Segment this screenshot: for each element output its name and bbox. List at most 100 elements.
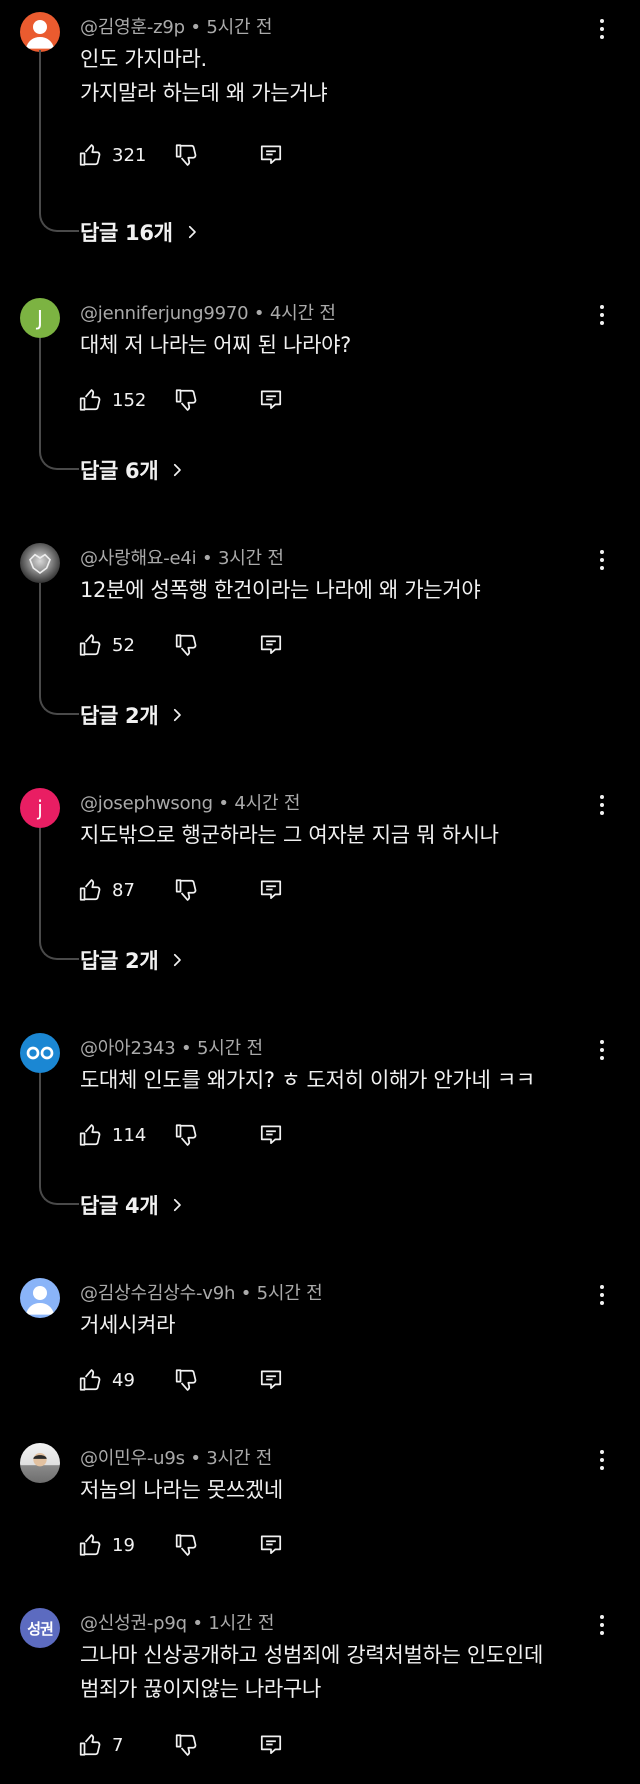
like-count: 49 (112, 1369, 135, 1391)
avatar[interactable] (20, 12, 60, 52)
more-vert-icon[interactable] (592, 302, 612, 328)
like-button[interactable]: 19 (78, 1532, 162, 1558)
reply-button[interactable] (258, 1732, 284, 1758)
avatar[interactable] (20, 1033, 60, 1073)
avatar-letter: J (37, 306, 43, 330)
comment-meta: @이민우-u9s • 3시간 전 (80, 1444, 272, 1470)
like-button[interactable]: 87 (78, 877, 162, 903)
like-button[interactable]: 49 (78, 1367, 162, 1393)
comment-time: 4시간 전 (234, 793, 301, 814)
thumbs-down-icon (175, 879, 197, 901)
replies-toggle[interactable]: 답글 2개 (80, 700, 186, 730)
thumbs-up-icon (79, 879, 101, 901)
comment-time: 4시간 전 (269, 303, 336, 324)
like-button[interactable]: 152 (78, 387, 162, 413)
thumbs-up-icon (79, 144, 101, 166)
avatar[interactable]: j (20, 788, 60, 828)
more-vert-icon[interactable] (592, 1447, 612, 1473)
meta-separator: • (235, 1283, 257, 1304)
comment-author[interactable]: @이민우-u9s (80, 1448, 185, 1469)
replies-toggle[interactable]: 답글 4개 (80, 1190, 186, 1220)
thumbs-down-icon (175, 634, 197, 656)
reply-icon (260, 390, 282, 409)
avatar[interactable]: J (20, 298, 60, 338)
dislike-button[interactable] (174, 632, 200, 658)
person-icon (25, 20, 55, 49)
avatar-letter: 성권 (27, 1619, 54, 1638)
comment-text: 인도 가지마라. 가지말라 하는데 왜 가는거냐 (80, 42, 600, 110)
reply-button[interactable] (258, 387, 284, 413)
reply-icon (260, 1370, 282, 1389)
comment-author[interactable]: @아아2343 (80, 1038, 176, 1059)
replies-toggle[interactable]: 답글 16개 (80, 217, 201, 247)
more-vert-icon[interactable] (592, 547, 612, 573)
comment-actions: 7 (78, 1730, 298, 1760)
like-button[interactable]: 321 (78, 142, 162, 168)
dislike-button[interactable] (174, 387, 200, 413)
dislike-button[interactable] (174, 877, 200, 903)
replies-toggle[interactable]: 답글 6개 (80, 455, 186, 485)
dislike-button[interactable] (174, 1122, 200, 1148)
like-count: 52 (112, 634, 135, 656)
comment-text-line: 12분에 성폭행 한건이라는 나라에 왜 가는거야 (80, 578, 481, 602)
comment-actions: 52 (78, 630, 298, 660)
thread-line (39, 583, 79, 715)
reply-button[interactable] (258, 877, 284, 903)
avatar-letter: j (37, 796, 43, 820)
thumbs-up-icon (79, 389, 101, 411)
dislike-button[interactable] (174, 1367, 200, 1393)
dislike-button[interactable] (174, 142, 200, 168)
comment-time: 1시간 전 (208, 1613, 275, 1634)
replies-toggle[interactable]: 답글 2개 (80, 945, 186, 975)
chevron-right-icon (188, 225, 196, 239)
more-vert-icon[interactable] (592, 1282, 612, 1308)
avatar[interactable]: 성권 (20, 1608, 60, 1648)
comment-text-line: 도대체 인도를 왜가지? ㅎ 도저히 이해가 안가네 ㅋㅋ (80, 1068, 535, 1092)
comment-text-line: 인도 가지마라. (80, 47, 207, 71)
like-count: 321 (112, 144, 147, 166)
dislike-button[interactable] (174, 1532, 200, 1558)
thread-line (39, 1073, 79, 1205)
reply-button[interactable] (258, 142, 284, 168)
like-button[interactable]: 7 (78, 1732, 162, 1758)
comment-meta: @신성권-p9q • 1시간 전 (80, 1609, 274, 1635)
thread-line (39, 338, 79, 470)
reply-button[interactable] (258, 1367, 284, 1393)
reply-button[interactable] (258, 1122, 284, 1148)
reply-icon (260, 1535, 282, 1554)
replies-label: 답글 6개 (80, 459, 159, 483)
more-vert-icon[interactable] (592, 1037, 612, 1063)
comment-author[interactable]: @김영훈-z9p (80, 17, 185, 38)
thumbs-down-icon (175, 1534, 197, 1556)
like-button[interactable]: 114 (78, 1122, 162, 1148)
avatar[interactable] (20, 543, 60, 583)
photo-icon (29, 553, 51, 575)
dislike-button[interactable] (174, 1732, 200, 1758)
thumbs-up-icon (79, 1369, 101, 1391)
more-vert-icon[interactable] (592, 16, 612, 42)
comment-meta: @김상수김상수-v9h • 5시간 전 (80, 1279, 323, 1305)
reply-button[interactable] (258, 632, 284, 658)
meta-separator: • (248, 303, 270, 324)
like-button[interactable]: 52 (78, 632, 162, 658)
comment-text-line: 거세시켜라 (80, 1313, 176, 1337)
comment-author[interactable]: @사랑해요-e4i (80, 548, 197, 569)
like-count: 7 (112, 1734, 124, 1756)
comment-actions: 49 (78, 1365, 298, 1395)
reply-button[interactable] (258, 1532, 284, 1558)
meta-separator: • (184, 1448, 207, 1469)
comment-author[interactable]: @김상수김상수-v9h (80, 1283, 235, 1304)
reply-icon (260, 1125, 282, 1144)
thread-line (39, 828, 79, 960)
avatar[interactable] (20, 1278, 60, 1318)
more-vert-icon[interactable] (592, 1612, 612, 1638)
comment-author[interactable]: @josephwsong (80, 793, 213, 814)
more-vert-icon[interactable] (592, 792, 612, 818)
avatar[interactable] (20, 1443, 60, 1483)
comment-author[interactable]: @jenniferjung9970 (80, 303, 249, 324)
replies-label: 답글 4개 (80, 1194, 159, 1218)
chevron-right-icon (174, 1198, 182, 1212)
comment-meta: @사랑해요-e4i • 3시간 전 (80, 544, 284, 570)
comment-author[interactable]: @신성권-p9q (80, 1613, 187, 1634)
comment-text: 거세시켜라 (80, 1308, 600, 1342)
